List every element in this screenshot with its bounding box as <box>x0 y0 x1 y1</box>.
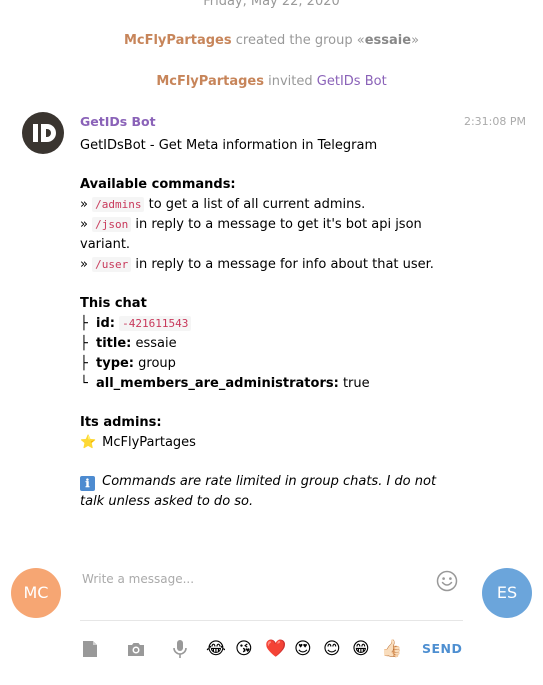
quick-emoji-grin[interactable]: 😁 <box>352 638 370 660</box>
message-input[interactable] <box>80 568 424 590</box>
bot-avatar[interactable] <box>22 112 64 154</box>
info-icon: ℹ <box>80 476 95 491</box>
quick-emoji-thumbs-up[interactable]: 👍🏻 <box>381 638 402 660</box>
quick-emoji-kiss[interactable]: 😘 <box>235 638 253 660</box>
quick-emoji-heart[interactable]: ❤️ <box>265 638 286 660</box>
field-value: group <box>138 356 176 371</box>
field-key: type: <box>96 356 135 371</box>
peer-avatar[interactable]: ES <box>482 568 532 618</box>
chat-title: This chat <box>80 296 147 311</box>
chat-id-value[interactable]: -421611543 <box>119 316 192 331</box>
service-text-end: » <box>411 33 420 48</box>
command-desc: to get a list of all current admins. <box>148 197 366 212</box>
date-separator: Friday, May 22, 2020 <box>203 0 340 9</box>
bullet: » <box>80 217 88 232</box>
command-item: » /json in reply to a message to get it'… <box>80 215 460 255</box>
message-body: GetIDsBot - Get Meta information in Tele… <box>80 136 460 512</box>
microphone-icon[interactable] <box>170 639 190 659</box>
service-user-link[interactable]: McFlyPartages <box>156 74 264 89</box>
service-bot-link[interactable]: GetIDs Bot <box>317 74 387 89</box>
commands-title: Available commands: <box>80 177 236 192</box>
emoji-picker-icon[interactable] <box>436 570 458 592</box>
field-key: id: <box>96 316 115 331</box>
tree-branch: └ <box>80 376 88 391</box>
service-message-created: McFlyPartages created the group «essaie» <box>0 33 543 48</box>
tree-branch: ├ <box>80 316 88 331</box>
send-button[interactable]: SEND <box>422 641 462 656</box>
command-item: » /admins to get a list of all current a… <box>80 195 460 215</box>
chat-field-admins: └ all_members_are_administrators: true <box>80 374 460 394</box>
message-input-area <box>80 560 463 621</box>
rate-limit-note: ℹ Commands are rate limited in group cha… <box>80 472 460 512</box>
group-name: essaie <box>364 33 412 48</box>
command-user[interactable]: /user <box>92 257 132 272</box>
attach-file-icon[interactable] <box>80 639 100 659</box>
command-desc: in reply to a message to get it's bot ap… <box>80 217 422 252</box>
command-json[interactable]: /json <box>92 217 132 232</box>
field-value: essaie <box>135 336 177 351</box>
star-icon: ⭐ <box>80 435 97 450</box>
bullet: » <box>80 197 88 212</box>
quick-emoji-joy[interactable]: 😂 <box>206 638 226 660</box>
note-text: Commands are rate limited in group chats… <box>80 474 437 509</box>
service-user-link[interactable]: McFlyPartages <box>124 33 232 48</box>
composer-toolbar: 😂 😘 ❤️ 😍 😊 😁 👍🏻 SEND <box>80 636 480 664</box>
service-message-invited: McFlyPartages invited GetIDs Bot <box>0 74 543 89</box>
service-text: created the group « <box>231 33 365 48</box>
field-key: all_members_are_administrators: <box>96 376 339 391</box>
service-text: invited <box>264 74 317 89</box>
tree-branch: ├ <box>80 336 88 351</box>
command-desc: in reply to a message for info about tha… <box>135 257 434 272</box>
admin-item: ⭐ McFlyPartages <box>80 433 460 453</box>
admin-name: McFlyPartages <box>102 435 196 450</box>
getids-logo-icon <box>33 124 56 142</box>
chat-field-type: ├ type: group <box>80 354 460 374</box>
my-avatar[interactable]: MC <box>11 568 61 618</box>
command-admins[interactable]: /admins <box>92 197 145 212</box>
bullet: » <box>80 257 88 272</box>
chat-field-id: ├ id: -421611543 <box>80 314 460 334</box>
admins-title: Its admins: <box>80 415 162 430</box>
message-intro: GetIDsBot - Get Meta information in Tele… <box>80 138 378 153</box>
quick-emoji-blush[interactable]: 😊 <box>323 638 341 660</box>
tree-branch: ├ <box>80 356 88 371</box>
chat-field-title: ├ title: essaie <box>80 334 460 354</box>
quick-emoji-heart-eyes[interactable]: 😍 <box>294 638 312 660</box>
field-value: true <box>342 376 370 391</box>
message-time: 2:31:08 PM <box>463 115 526 128</box>
message-author[interactable]: GetIDs Bot <box>80 114 156 129</box>
camera-icon[interactable] <box>126 639 146 659</box>
field-key: title: <box>96 336 132 351</box>
command-item: » /user in reply to a message for info a… <box>80 255 460 275</box>
